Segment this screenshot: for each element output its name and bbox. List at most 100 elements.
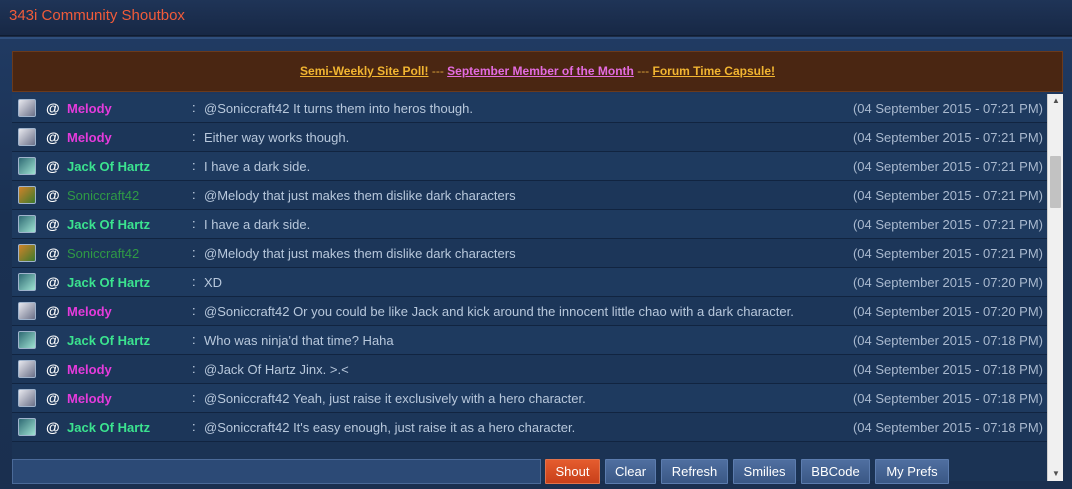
user-avatar-icon[interactable] [18,128,36,146]
input-bar: Shout Clear Refresh Smilies BBCode My Pr… [0,451,1072,489]
message-timestamp: (04 September 2015 - 07:21 PM) [852,159,1043,174]
mention-button[interactable]: @ [46,274,60,290]
mention-button[interactable]: @ [46,187,60,203]
user-avatar-icon[interactable] [18,157,36,175]
scroll-thumb[interactable] [1050,156,1061,208]
mention-button[interactable]: @ [46,303,60,319]
colon-separator: : [192,332,196,347]
message-row: @ Melody: @Soniccraft42 Yeah, just raise i… [12,384,1063,413]
message-timestamp: (04 September 2015 - 07:18 PM) [852,420,1043,435]
username-link[interactable]: Melody [67,362,112,377]
message-text: XD [204,275,223,290]
mention-button[interactable]: @ [46,100,60,116]
announcement-bar: Semi-Weekly Site Poll! --- September Mem… [12,51,1063,92]
username-link[interactable]: Melody [67,101,112,116]
shout-button[interactable]: Shout [545,459,600,484]
username-link[interactable]: Jack Of Hartz [67,217,150,232]
user-avatar-icon[interactable] [18,331,36,349]
scrollbar[interactable]: ▲ ▼ [1047,94,1063,481]
message-row: @ Soniccraft42: @Melody that just makes th… [12,239,1063,268]
user-avatar-icon[interactable] [18,99,36,117]
message-row: @ Melody: Either way works though. (04 Sept… [12,123,1063,152]
message-timestamp: (04 September 2015 - 07:20 PM) [852,304,1043,319]
user-avatar-icon[interactable] [18,186,36,204]
message-timestamp: (04 September 2015 - 07:21 PM) [852,101,1043,116]
user-avatar-icon[interactable] [18,360,36,378]
message-text: @Soniccraft42 It's easy enough, just rai… [204,420,576,435]
mention-button[interactable]: @ [46,158,60,174]
user-avatar-icon[interactable] [18,244,36,262]
message-timestamp: (04 September 2015 - 07:18 PM) [852,362,1043,377]
shoutbox-panel: Semi-Weekly Site Poll! --- September Mem… [0,37,1072,489]
bbcode-button[interactable]: BBCode [801,459,870,484]
message-text: Who was ninja'd that time? Haha [204,333,394,348]
username-link[interactable]: Soniccraft42 [67,246,139,261]
my-prefs-button[interactable]: My Prefs [875,459,949,484]
message-timestamp: (04 September 2015 - 07:21 PM) [852,130,1043,145]
colon-separator: : [192,187,196,202]
message-text: @Soniccraft42 Or you could be like Jack … [204,304,794,319]
username-link[interactable]: Jack Of Hartz [67,275,150,290]
shout-input[interactable] [12,459,541,484]
message-timestamp: (04 September 2015 - 07:18 PM) [852,391,1043,406]
colon-separator: : [192,274,196,289]
message-row: @ Melody: @Soniccraft42 It turns them into… [12,94,1063,123]
mention-button[interactable]: @ [46,332,60,348]
message-timestamp: (04 September 2015 - 07:18 PM) [852,333,1043,348]
message-text: I have a dark side. [204,217,311,232]
message-row: @ Jack Of Hartz: I have a dark side. (04 Se… [12,210,1063,239]
username-link[interactable]: Melody [67,391,112,406]
message-row: @ Jack Of Hartz: I have a dark side. (04 Se… [12,152,1063,181]
mention-button[interactable]: @ [46,216,60,232]
colon-separator: : [192,158,196,173]
username-link[interactable]: Melody [67,304,112,319]
site-poll-link[interactable]: Semi-Weekly Site Poll! [300,64,429,78]
message-timestamp: (04 September 2015 - 07:21 PM) [852,246,1043,261]
separator: --- [428,64,448,78]
colon-separator: : [192,216,196,231]
message-text: I have a dark side. [204,159,311,174]
mention-button[interactable]: @ [46,129,60,145]
smilies-button[interactable]: Smilies [733,459,796,484]
username-link[interactable]: Jack Of Hartz [67,159,150,174]
user-avatar-icon[interactable] [18,302,36,320]
user-avatar-icon[interactable] [18,418,36,436]
mention-button[interactable]: @ [46,390,60,406]
message-text: @Melody that just makes them dislike dar… [204,246,516,261]
username-link[interactable]: Jack Of Hartz [67,420,150,435]
message-text: @Soniccraft42 Yeah, just raise it exclus… [204,391,586,406]
message-text: @Jack Of Hartz Jinx. >.< [204,362,349,377]
username-link[interactable]: Melody [67,130,112,145]
message-text: @Melody that just makes them dislike dar… [204,188,516,203]
time-capsule-link[interactable]: Forum Time Capsule! [653,64,775,78]
user-avatar-icon[interactable] [18,215,36,233]
colon-separator: : [192,100,196,115]
scroll-up-arrow-icon[interactable]: ▲ [1048,94,1063,108]
user-avatar-icon[interactable] [18,389,36,407]
message-timestamp: (04 September 2015 - 07:21 PM) [852,217,1043,232]
message-row: @ Soniccraft42: @Melody that just makes th… [12,181,1063,210]
message-row: @ Jack Of Hartz: Who was ninja'd that time… [12,326,1063,355]
title-bar: 343i Community Shoutbox [0,0,1072,36]
colon-separator: : [192,129,196,144]
colon-separator: : [192,361,196,376]
shoutbox-title: 343i Community Shoutbox [9,7,185,24]
mention-button[interactable]: @ [46,419,60,435]
colon-separator: : [192,303,196,318]
mention-button[interactable]: @ [46,361,60,377]
message-row: @ Jack Of Hartz: XD (04 September 2015 - 07… [12,268,1063,297]
colon-separator: : [192,419,196,434]
message-text: Either way works though. [204,130,350,145]
message-timestamp: (04 September 2015 - 07:20 PM) [852,275,1043,290]
username-link[interactable]: Jack Of Hartz [67,333,150,348]
refresh-button[interactable]: Refresh [661,459,728,484]
member-of-month-link[interactable]: September Member of the Month [447,64,634,78]
username-link[interactable]: Soniccraft42 [67,188,139,203]
message-row: @ Melody: @Jack Of Hartz Jinx. >.< (04 Sept… [12,355,1063,384]
message-list[interactable]: @ Melody: @Soniccraft42 It turns them into… [12,94,1063,481]
clear-button[interactable]: Clear [605,459,656,484]
mention-button[interactable]: @ [46,245,60,261]
message-timestamp: (04 September 2015 - 07:21 PM) [852,188,1043,203]
colon-separator: : [192,245,196,260]
user-avatar-icon[interactable] [18,273,36,291]
